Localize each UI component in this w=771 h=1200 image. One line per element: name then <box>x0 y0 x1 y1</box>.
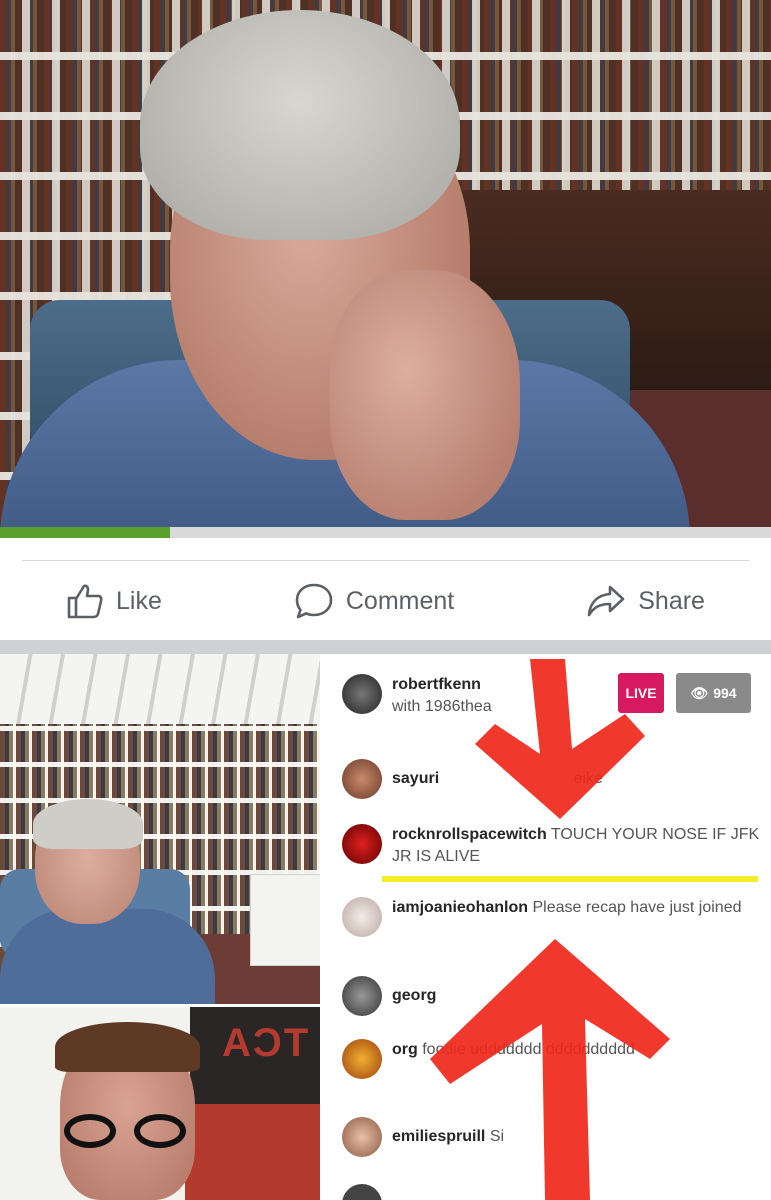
avatar <box>342 824 382 864</box>
guest-glasses <box>64 1114 194 1150</box>
divider <box>22 560 749 561</box>
video-progress-fill <box>0 527 170 538</box>
speaker-hand <box>330 270 520 520</box>
share-label: Share <box>638 586 705 615</box>
comment-button[interactable]: Comment <box>294 582 454 620</box>
speaker-hair <box>140 10 460 240</box>
embedded-instagram-live-screenshot: TCA LIVE 👁 994 robertfkenn with 1986thea … <box>0 654 771 1200</box>
thumbs-up-icon <box>67 584 103 619</box>
share-arrow-icon <box>587 585 625 617</box>
post-action-bar: Like Comment Share <box>0 572 771 630</box>
speech-bubble-icon <box>295 583 333 619</box>
avatar <box>342 759 382 799</box>
section-separator <box>0 640 771 654</box>
avatar <box>342 897 382 937</box>
room-cabinet <box>250 874 320 966</box>
avatar <box>342 976 382 1016</box>
yellow-highlight <box>382 876 758 882</box>
comment-row: iamjoanieohanlon Please recap have just … <box>342 897 762 937</box>
video-progress-bar[interactable] <box>0 527 771 538</box>
room-ceiling <box>0 654 320 724</box>
avatar <box>342 1117 382 1157</box>
video-player[interactable] <box>0 0 771 527</box>
avatar <box>342 1039 382 1079</box>
red-down-arrow-annotation <box>475 659 645 819</box>
live-comments-panel: LIVE 👁 994 robertfkenn with 1986thea sayu… <box>320 654 771 1200</box>
live-video-panels: TCA <box>0 654 320 1200</box>
comment-text: Please recap have just joined <box>532 899 742 916</box>
sign-text: TCA <box>220 1021 309 1065</box>
comment-row-partial <box>342 1184 382 1200</box>
guest-hair <box>55 1022 200 1072</box>
avatar <box>342 1184 382 1200</box>
comment-label: Comment <box>345 586 455 615</box>
host-shirt <box>0 909 215 1004</box>
red-up-arrow-annotation <box>430 939 670 1200</box>
guest-red-backdrop <box>185 1104 320 1200</box>
share-button[interactable]: Share <box>586 584 705 618</box>
like-button[interactable]: Like <box>66 583 162 619</box>
like-label: Like <box>116 586 162 615</box>
host-hair <box>33 799 143 849</box>
comment-user: iamjoanieohanlon <box>392 899 529 916</box>
avatar <box>342 674 382 714</box>
